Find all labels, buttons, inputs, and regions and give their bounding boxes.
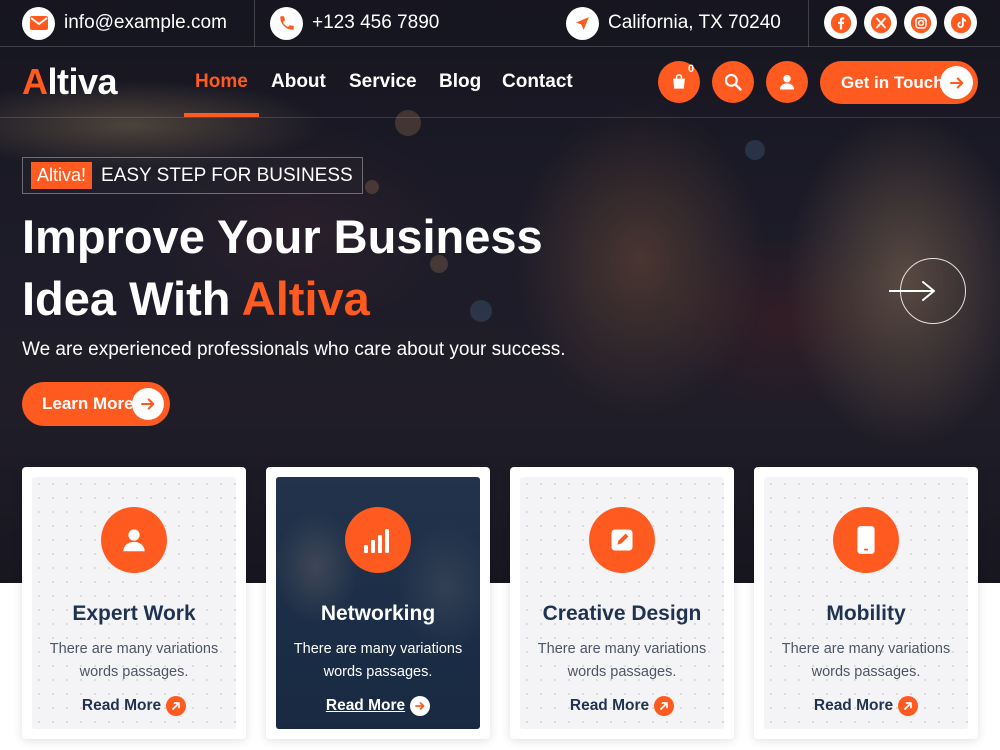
instagram-icon[interactable] xyxy=(904,6,937,39)
shopping-bag-icon xyxy=(673,74,685,89)
main-navigation: Altiva Home About Service Blog Contact 0… xyxy=(0,47,1000,118)
headline-line1: Improve Your Business xyxy=(22,210,543,263)
card-title: Creative Design xyxy=(542,602,702,625)
facebook-icon[interactable] xyxy=(824,6,857,39)
nav-link-contact[interactable]: Contact xyxy=(502,71,573,93)
service-card-mobility[interactable]: Mobility There are many variations words … xyxy=(754,467,978,739)
card-body: Mobility There are many variations words … xyxy=(764,477,968,729)
location-text: California, TX 70240 xyxy=(608,12,781,33)
phone-icon xyxy=(270,6,303,40)
edit-icon xyxy=(589,507,655,573)
signal-bars-icon xyxy=(345,507,411,573)
location-contact[interactable]: California, TX 70240 xyxy=(566,6,781,40)
nav-link-blog[interactable]: Blog xyxy=(439,71,481,93)
card-body: Expert Work There are many variations wor… xyxy=(32,477,236,729)
card-description: There are many variations words passages. xyxy=(537,641,707,680)
active-nav-indicator xyxy=(184,113,259,117)
read-more-link[interactable]: Read More xyxy=(520,696,724,716)
read-more-label: Read More xyxy=(813,697,894,714)
hero-headline: Improve Your Business Idea With Altiva xyxy=(22,206,642,330)
arrow-right-icon xyxy=(132,388,164,420)
slider-next-button[interactable] xyxy=(889,258,966,324)
card-title: Networking xyxy=(320,602,436,625)
arrow-right-icon xyxy=(940,66,973,99)
nav-link-home[interactable]: Home xyxy=(195,71,248,93)
read-more-link[interactable]: Read More xyxy=(32,696,236,716)
x-twitter-icon[interactable] xyxy=(864,6,897,39)
get-in-touch-button[interactable]: Get in Touch xyxy=(820,61,978,104)
search-icon xyxy=(724,73,742,91)
phone-contact[interactable]: +123 456 7890 xyxy=(270,6,439,40)
read-more-label: Read More xyxy=(569,697,650,714)
card-description: There are many variations words passages. xyxy=(293,641,463,680)
user-icon xyxy=(101,507,167,573)
read-more-link[interactable]: Read More xyxy=(276,696,480,716)
tiktok-icon[interactable] xyxy=(944,6,977,39)
tagline-text: EASY STEP FOR BUSINESS xyxy=(101,164,353,186)
divider xyxy=(254,0,255,47)
get-in-touch-label: Get in Touch xyxy=(841,72,944,92)
headline-line2-prefix: Idea With xyxy=(22,272,242,325)
service-card-networking[interactable]: Networking There are many variations word… xyxy=(266,467,490,739)
cart-count-badge: 0 xyxy=(688,63,695,75)
card-body: Networking There are many variations word… xyxy=(276,477,480,729)
service-card-creative-design[interactable]: Creative Design There are many variation… xyxy=(510,467,734,739)
read-more-label: Read More xyxy=(325,697,406,714)
learn-more-label: Learn More xyxy=(42,394,134,413)
nav-link-service[interactable]: Service xyxy=(349,71,417,93)
card-title: Expert Work xyxy=(72,602,196,625)
hero-subtext: We are experienced professionals who car… xyxy=(22,339,566,360)
logo-text: ltiva xyxy=(47,61,118,102)
top-contact-bar: info@example.com +123 456 7890 Californi… xyxy=(0,0,1000,47)
arrow-up-right-icon xyxy=(654,696,675,716)
arrow-right-icon xyxy=(410,696,431,716)
arrow-up-right-icon xyxy=(898,696,919,716)
read-more-label: Read More xyxy=(81,697,162,714)
card-title: Mobility xyxy=(826,602,906,625)
card-description: There are many variations words passages. xyxy=(49,641,219,680)
location-arrow-icon xyxy=(566,6,599,40)
account-button[interactable] xyxy=(766,61,808,103)
divider xyxy=(808,0,809,47)
mobile-icon xyxy=(833,507,899,573)
envelope-icon xyxy=(22,6,55,40)
card-body: Creative Design There are many variation… xyxy=(520,477,724,729)
arrow-right-icon xyxy=(889,281,935,301)
email-text: info@example.com xyxy=(64,12,227,33)
service-card-expert-work[interactable]: Expert Work There are many variations wor… xyxy=(22,467,246,739)
search-button[interactable] xyxy=(712,61,754,103)
card-description: There are many variations words passages. xyxy=(781,641,951,680)
arrow-up-right-icon xyxy=(166,696,187,716)
headline-accent: Altiva xyxy=(241,272,370,325)
phone-text: +123 456 7890 xyxy=(312,12,440,33)
site-logo[interactable]: Altiva xyxy=(22,61,118,103)
user-icon xyxy=(779,74,795,90)
learn-more-button[interactable]: Learn More xyxy=(22,382,170,426)
email-contact[interactable]: info@example.com xyxy=(22,6,227,40)
read-more-link[interactable]: Read More xyxy=(764,696,968,716)
nav-link-about[interactable]: About xyxy=(271,71,326,93)
hero-tagline: Altiva! EASY STEP FOR BUSINESS xyxy=(22,157,363,194)
tagline-badge: Altiva! xyxy=(31,162,93,189)
logo-initial: A xyxy=(22,61,48,102)
